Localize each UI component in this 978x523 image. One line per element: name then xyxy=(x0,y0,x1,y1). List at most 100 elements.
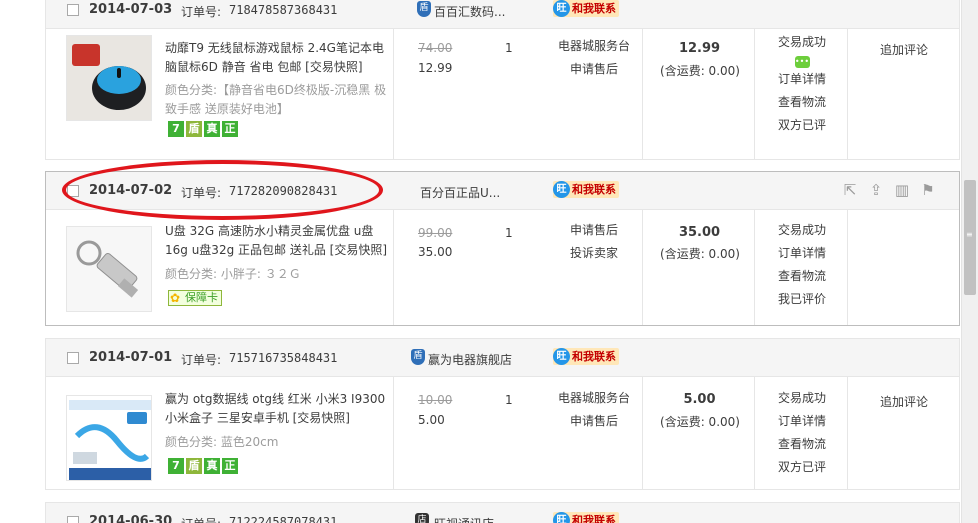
divider xyxy=(754,210,755,325)
upload-icon[interactable]: ⇪ xyxy=(867,181,885,199)
vertical-scrollbar[interactable]: ≡ xyxy=(961,0,978,523)
genuine-icon[interactable]: 正 xyxy=(222,121,238,137)
status-column: 交易成功 订单详情 查看物流 我已评价 xyxy=(774,219,830,311)
order-date: 2014-07-01 xyxy=(89,350,173,365)
shield-guarantee-icon[interactable]: 盾 xyxy=(186,121,202,137)
flag-icon[interactable]: ⚑ xyxy=(919,181,937,199)
share-icon[interactable]: ⇱ xyxy=(841,181,859,199)
logistics-link[interactable]: 查看物流 xyxy=(774,265,830,288)
usb-drive-image-icon xyxy=(67,227,151,311)
complain-seller-link[interactable]: 投诉卖家 xyxy=(547,242,641,265)
shield-badge-icon: 盾 xyxy=(411,349,425,365)
divider xyxy=(642,210,643,325)
product-image[interactable] xyxy=(66,395,152,481)
order-header: 2014-07-02 订单号: 717282090828431 百分百正品U..… xyxy=(46,172,959,210)
quantity: 1 xyxy=(505,393,513,407)
service-desk-link[interactable]: 电器城服务台 xyxy=(547,35,641,58)
order-body: U盘 32G 高速防水小精灵金属优盘 u盘16g u盘32g 正品包邮 送礼品 … xyxy=(46,210,959,325)
after-sales-link[interactable]: 申请售后 xyxy=(547,219,641,242)
quantity: 1 xyxy=(505,41,513,55)
product-title-link[interactable]: 动靡T9 无线鼠标游戏鼠标 2.4G笔记本电脑鼠标6D 静音 省电 包邮 [交易… xyxy=(165,39,393,77)
seven-day-return-icon[interactable]: 7 xyxy=(168,458,184,474)
after-sales-link[interactable]: 申请售后 xyxy=(547,410,641,433)
contact-seller-button[interactable]: 旺和我联系 xyxy=(553,512,619,523)
shield-guarantee-icon[interactable]: 盾 xyxy=(186,458,202,474)
logistics-link[interactable]: 查看物流 xyxy=(774,91,830,114)
order-number: 717282090828431 xyxy=(229,184,338,198)
order-detail-link[interactable]: 订单详情 xyxy=(774,242,830,265)
wangwang-chat-icon: 旺 xyxy=(553,0,570,17)
status-column: 交易成功 ••• 订单详情 查看物流 双方已评 xyxy=(774,31,830,137)
contact-seller-button[interactable]: 旺和我联系 xyxy=(553,181,619,198)
divider xyxy=(847,29,848,159)
shop-name-link[interactable]: 百百汇数码... xyxy=(434,3,505,20)
status-column: 交易成功 订单详情 查看物流 双方已评 xyxy=(774,387,830,479)
product-image[interactable] xyxy=(66,35,152,121)
contact-seller-label: 和我联系 xyxy=(572,514,616,523)
guarantee-card-label: 保障卡 xyxy=(185,291,218,304)
divider xyxy=(754,377,755,489)
product-image[interactable] xyxy=(66,226,152,312)
contact-seller-button[interactable]: 旺和我联系 xyxy=(553,0,619,17)
product-title-link[interactable]: U盘 32G 高速防水小精灵金属优盘 u盘16g u盘32g 正品包邮 送礼品 … xyxy=(165,222,393,260)
shipping-fee: (含运费: 0.00) xyxy=(660,64,740,78)
total-price: 35.00 xyxy=(678,225,721,240)
order-number-label: 订单号: xyxy=(181,186,222,200)
shop-name-link[interactable]: 旺视通讯店 xyxy=(434,515,494,523)
order-header: 2014-06-30 订单号: 712224587078431 店 旺视通讯店 … xyxy=(46,503,959,523)
product-props: 颜色分类: 小胖子: ３２Ｇ xyxy=(165,267,301,281)
order-checkbox[interactable] xyxy=(67,185,79,197)
divider xyxy=(847,377,848,489)
add-review-button[interactable]: 追加评论 xyxy=(864,41,944,58)
service-desk-link[interactable]: 电器城服务台 xyxy=(547,387,641,410)
total-price: 12.99 xyxy=(678,41,721,56)
divider xyxy=(642,377,643,489)
order-checkbox[interactable] xyxy=(67,4,79,16)
original-price: 10.00 xyxy=(418,393,453,407)
product-title-link[interactable]: 赢为 otg数据线 otg线 红米 小米3 I9300 小米盒子 三星安卓手机 … xyxy=(165,390,393,428)
order-header: 2014-07-03 订单号: 718478587368431 盾 百百汇数码.… xyxy=(46,0,959,29)
order-number-label: 订单号: xyxy=(181,5,222,19)
order-number-label: 订单号: xyxy=(181,515,221,523)
contact-seller-label: 和我联系 xyxy=(572,2,616,15)
guarantee-card-badge[interactable]: ✿ 保障卡 xyxy=(168,290,222,306)
service-badges: 7盾真正 xyxy=(168,121,240,137)
chat-bubble-icon[interactable]: ••• xyxy=(794,55,810,68)
order-detail-link[interactable]: 订单详情 xyxy=(774,410,830,433)
authentic-icon[interactable]: 真 xyxy=(204,121,220,137)
after-sales-link[interactable]: 申请售后 xyxy=(547,58,641,81)
order-operations: ⇱ ⇪ ▥ ⚑ xyxy=(833,181,937,199)
contact-seller-button[interactable]: 旺和我联系 xyxy=(553,348,619,365)
review-status: 双方已评 xyxy=(777,118,826,132)
service-links: 申请售后 投诉卖家 xyxy=(547,219,641,265)
order-date: 2014-07-03 xyxy=(89,2,173,17)
add-review-button[interactable]: 追加评论 xyxy=(864,393,944,410)
trash-icon[interactable]: ▥ xyxy=(893,181,911,199)
status-text: 交易成功 xyxy=(777,35,826,49)
shop-name-link[interactable]: 百分百正品U... xyxy=(420,184,500,201)
shipping-fee: (含运费: 0.00) xyxy=(660,247,740,261)
status-text: 交易成功 xyxy=(777,391,826,405)
order-card: 2014-07-03 订单号: 718478587368431 盾 百百汇数码.… xyxy=(45,0,960,160)
logistics-link[interactable]: 查看物流 xyxy=(774,433,830,456)
genuine-icon[interactable]: 正 xyxy=(222,458,238,474)
wangwang-chat-icon: 旺 xyxy=(553,348,570,365)
order-card: 2014-06-30 订单号: 712224587078431 店 旺视通讯店 … xyxy=(45,502,960,523)
service-links: 电器城服务台 申请售后 xyxy=(547,387,641,433)
order-detail-link[interactable]: 订单详情 xyxy=(774,68,830,91)
review-status: 双方已评 xyxy=(777,460,826,474)
original-price: 74.00 xyxy=(418,41,453,55)
order-date: 2014-06-30 xyxy=(89,514,173,523)
order-number: 715716735848431 xyxy=(229,351,338,365)
order-checkbox[interactable] xyxy=(67,516,79,523)
flower-icon: ✿ xyxy=(170,291,181,305)
shop-name-link[interactable]: 赢为电器旗舰店 xyxy=(428,351,512,368)
divider xyxy=(847,210,848,325)
order-checkbox[interactable] xyxy=(67,352,79,364)
order-card: 2014-07-02 订单号: 717282090828431 百分百正品U..… xyxy=(45,171,960,326)
seven-day-return-icon[interactable]: 7 xyxy=(168,121,184,137)
authentic-icon[interactable]: 真 xyxy=(204,458,220,474)
order-body: 赢为 otg数据线 otg线 红米 小米3 I9300 小米盒子 三星安卓手机 … xyxy=(46,377,959,489)
quantity: 1 xyxy=(505,226,513,240)
unit-price: 35.00 xyxy=(418,245,453,259)
